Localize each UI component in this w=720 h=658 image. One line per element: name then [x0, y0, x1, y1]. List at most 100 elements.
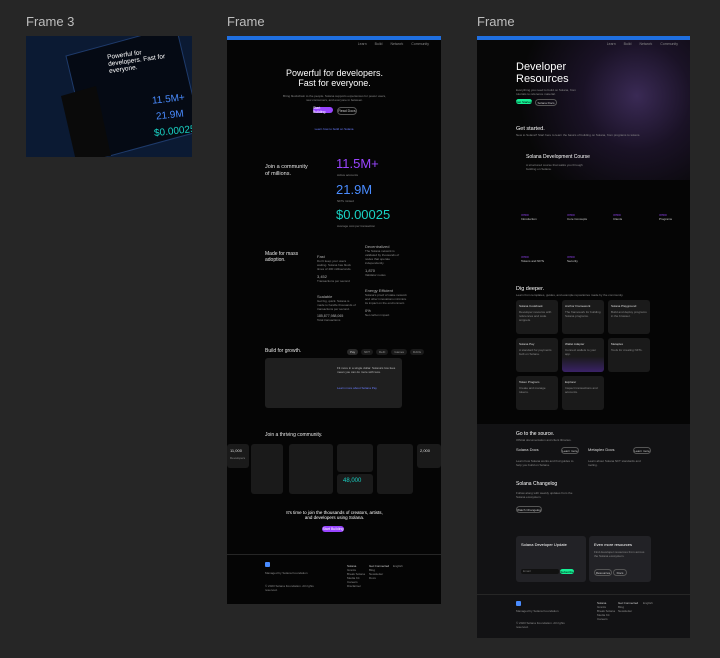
getstarted-subtitle: New to Solana? Start here to learn the b… [516, 133, 641, 137]
topic-card-6[interactable]: INTRO Security [567, 256, 578, 263]
community2-title: Join a thriving community. [265, 432, 323, 438]
frame-label-1: Frame [227, 14, 265, 29]
hero-link[interactable]: Learn how to build on Solana [289, 127, 379, 131]
footer-link-careers[interactable]: Careers [597, 617, 615, 621]
footer-copy: © 2023 Solana Foundation. All rights res… [265, 584, 314, 592]
newsletter-email-input[interactable]: Email [521, 569, 559, 574]
community-title: Join a community of millions. [265, 164, 308, 177]
build-card: Fit more in a single dollar. Solana's lo… [265, 358, 402, 408]
topic-card-4[interactable]: INTRO Programs [659, 214, 672, 221]
hero-docs-button[interactable]: Solana Docs [535, 99, 557, 106]
nav-item-network[interactable]: Network [639, 42, 652, 46]
cta-button[interactable]: Start Building [322, 526, 344, 532]
community-card-4[interactable] [337, 444, 373, 472]
nav-item-network[interactable]: Network [390, 42, 403, 46]
build-tab-games[interactable]: Games [391, 349, 408, 355]
community-card-1-label: Developers [230, 456, 246, 460]
feature-fast-stat-label: Transactions per second [317, 279, 350, 283]
footer-logo-icon [516, 601, 521, 606]
topic-card-5[interactable]: INTRO Tokens and NFTs [521, 256, 544, 263]
dig-card-3-title: Solana Playground [611, 304, 637, 308]
footer-link-disclaimer[interactable]: Disclaimer [347, 584, 365, 588]
topic-3-title: Clients [613, 217, 623, 221]
source-title: Go to the source. [516, 431, 555, 437]
dig-card-2[interactable]: Anchor Framework The framework for build… [562, 300, 604, 334]
changelog-button[interactable]: Watch Changelog [516, 506, 542, 513]
top-nav: Learn Build Network Community [607, 42, 678, 46]
announcement-bar[interactable] [227, 36, 441, 40]
frame-home-page[interactable]: Learn Build Network Community Powerful f… [227, 36, 441, 604]
source-metaplex-title: Metaplex Docs [588, 447, 615, 452]
hero-start-button[interactable]: Start Building [313, 106, 333, 114]
feature-scalable-stat-label: Total transactions [317, 318, 341, 322]
dig-card-7[interactable]: Token Program Create and manage tokens. [516, 376, 558, 410]
topic-card-3[interactable]: INTRO Clients [613, 214, 622, 221]
footer-link-newsletter[interactable]: Newsletter [618, 609, 638, 613]
getstarted-title: Get started. [516, 126, 545, 132]
community-card-1[interactable]: 11,000 Developers [227, 444, 249, 468]
dig-card-1[interactable]: Solana Cookbook Developer resource with … [516, 300, 558, 334]
topic-1-title: Introduction [521, 217, 537, 221]
feature-decentralized-stat-label: Validator nodes [365, 273, 386, 277]
build-tab-nft[interactable]: NFT [361, 349, 374, 355]
nav-item-community[interactable]: Community [411, 42, 429, 46]
footer-divider [227, 554, 441, 555]
frame-3-thumbnail[interactable]: Powerful for developers. Fast for everyo… [26, 36, 192, 157]
build-title: Build for growth. [265, 348, 302, 354]
topic-4-title: Programs [659, 217, 673, 221]
footer-col-connected: Get Connected Blog Newsletter Docs [369, 564, 389, 580]
dig-card-7-text: Create and manage tokens. [519, 386, 546, 394]
build-tab-defi[interactable]: DeFi [376, 349, 389, 355]
adoption-title: Made for mass adoption. [265, 251, 299, 263]
footer-col-solana: Solana Grants Break Solana Media Kit Car… [347, 564, 365, 588]
newsletter-subscribe-button[interactable]: Subscribe [560, 569, 574, 574]
lower-section [477, 424, 690, 638]
source-docs-button[interactable]: Learn more [561, 447, 579, 454]
stat-accounts: 11.5M+ [336, 156, 379, 171]
hero-get-started-button[interactable]: Get Started [516, 99, 532, 104]
hero-docs-button[interactable]: Read Docs [337, 107, 357, 115]
community-card-7[interactable]: 2,000 [417, 444, 441, 468]
hero-subtitle: Bring blockchain to the people. Solana s… [283, 94, 386, 102]
source-metaplex-button[interactable]: Learn more [633, 447, 651, 454]
more-title: Even more resources [594, 542, 633, 547]
topic-card-2[interactable]: INTRO Core Concepts [567, 214, 587, 221]
build-card-link[interactable]: Learn more about Solana Pay [337, 386, 377, 390]
nav-item-learn[interactable]: Learn [358, 42, 367, 46]
dig-card-3[interactable]: Solana Playground Build and deploy progr… [608, 300, 650, 334]
topic-card-1[interactable]: INTRO Introduction [521, 214, 537, 221]
build-tab-pay[interactable]: Pay [347, 349, 359, 355]
top-nav: Learn Build Network Community [358, 42, 429, 46]
dig-card-8[interactable]: Explorer Inspect transactions and accoun… [562, 376, 604, 410]
frame-developer-resources[interactable]: Learn Build Network Community Developer … [477, 36, 690, 638]
topic-6-title: Security [567, 259, 578, 263]
dig-card-5[interactable]: Wallet Adapter Connect wallets to your a… [562, 338, 604, 372]
more-resources-button[interactable]: Resources [594, 569, 612, 576]
community-card-3[interactable] [289, 444, 333, 494]
source-docs-text: Learn how Solana works and find guides t… [516, 459, 574, 467]
course-card[interactable]: Solana Development Course A structured c… [516, 146, 656, 186]
stat-fee-label: Average cost per transaction [337, 224, 376, 228]
community-card-6[interactable] [377, 444, 413, 494]
dig-card-6[interactable]: Metaplex Tools for creating NFTs. [608, 338, 650, 372]
nav-item-build[interactable]: Build [375, 42, 383, 46]
community-card-2[interactable] [251, 444, 283, 494]
more-docs-button[interactable]: Docs [613, 569, 627, 576]
community-card-5[interactable]: 48,000 [337, 474, 373, 494]
footer-link-docs[interactable]: Docs [369, 576, 389, 580]
footer-language-select[interactable]: English [643, 601, 653, 605]
frame-label-3: Frame 3 [26, 14, 75, 29]
nav-item-build[interactable]: Build [624, 42, 632, 46]
dig-card-4-text: A standard for payments built on Solana. [519, 348, 552, 356]
newsletter-title: Solana Developer Update [521, 542, 567, 547]
changelog-title: Solana Changelog [516, 481, 558, 487]
footer-language-select[interactable]: English [393, 564, 403, 568]
nav-item-community[interactable]: Community [660, 42, 678, 46]
dig-card-3-text: Build and deploy programs in the browser… [611, 310, 647, 318]
dig-card-4[interactable]: Solana Pay A standard for payments built… [516, 338, 558, 372]
community-card-1-value: 11,000 [230, 448, 242, 453]
nav-item-learn[interactable]: Learn [607, 42, 616, 46]
community-card-5-value: 48,000 [343, 478, 362, 484]
build-tab-daos[interactable]: DAOs [410, 349, 425, 355]
footer-brand: Managed by Solana Foundation [265, 571, 308, 575]
